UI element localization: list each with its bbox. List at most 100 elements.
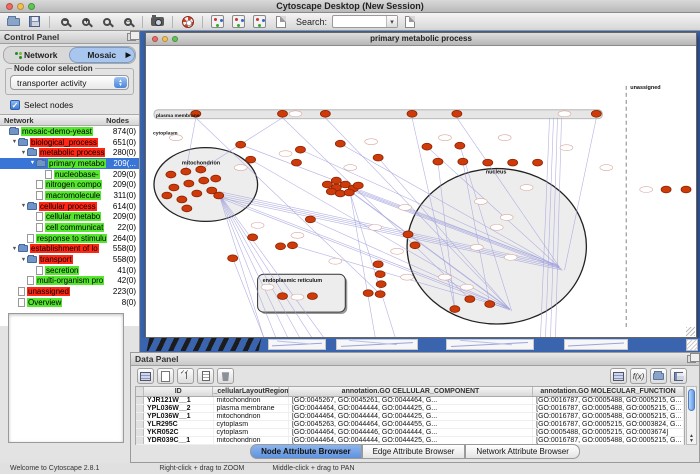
table-cell[interactable]: [GO:0016787, GO:0005488, GO:0005215, G..…	[533, 437, 684, 444]
tree-header-nodes[interactable]: Nodes	[106, 116, 129, 124]
export-image-button[interactable]	[148, 14, 167, 29]
table-row[interactable]: YPL036W__1mitochondrion[GO:0044464, GO:0…	[136, 413, 684, 421]
graph-node[interactable]	[373, 154, 383, 161]
create-network-button[interactable]	[229, 14, 248, 29]
graph-node[interactable]	[169, 184, 179, 191]
table-cell[interactable]: [GO:0044464, GO:0044444, GO:0044425, G..…	[289, 413, 533, 420]
graph-node[interactable]	[353, 182, 363, 189]
graph-node[interactable]	[508, 159, 518, 166]
tree-row[interactable]: response to stimulu264(0)	[0, 233, 139, 244]
import-network-button[interactable]	[250, 14, 269, 29]
table-cell[interactable]: cytoplasm	[214, 421, 289, 428]
tab-network[interactable]: Network	[4, 47, 69, 63]
table-cell[interactable]: YJR121W__1	[144, 397, 214, 404]
graph-node[interactable]	[166, 171, 176, 178]
row-selector[interactable]	[136, 437, 144, 444]
table-cell[interactable]: plasma membrane	[214, 405, 289, 412]
table-cell[interactable]: cytoplasm	[214, 429, 289, 436]
graph-node[interactable]	[278, 293, 288, 300]
chevron-down-icon[interactable]: ▾	[386, 16, 397, 27]
tree-row[interactable]: nucleobase-209(0)	[0, 169, 139, 180]
zoom-out-button[interactable]: −	[55, 14, 74, 29]
table-cell[interactable]: [GO:0016787, GO:0005488, GO:0005215, G..…	[533, 405, 684, 412]
expand-triangle-icon[interactable]: ▼	[11, 246, 18, 252]
table-row[interactable]: YPL036W__2plasma membrane[GO:0044464, GO…	[136, 405, 684, 413]
row-selector[interactable]	[136, 397, 144, 404]
function-builder-button[interactable]: f(x)	[630, 368, 647, 384]
tree-row[interactable]: nitrogen compo209(0)	[0, 179, 139, 190]
table-cell[interactable]: mitochondrion	[214, 437, 289, 444]
background-window-grip[interactable]	[686, 339, 698, 351]
import-attributes-button[interactable]	[650, 368, 667, 384]
table-cell[interactable]: mitochondrion	[214, 397, 289, 404]
zoom-selected-button[interactable]	[97, 14, 116, 29]
background-window-fragment[interactable]	[268, 339, 326, 350]
graph-edge[interactable]	[219, 193, 288, 336]
graph-node[interactable]	[485, 301, 495, 308]
graph-node[interactable]	[182, 205, 192, 212]
tree-row[interactable]: ▼transport558(0)	[0, 254, 139, 265]
graph-node[interactable]	[177, 196, 187, 203]
graph-node[interactable]	[661, 186, 671, 193]
tree-row[interactable]: mosaic-demo-yeast874(0)	[0, 126, 139, 137]
graph-node[interactable]	[373, 261, 383, 268]
delete-attribute-button[interactable]	[217, 368, 234, 384]
graph-node[interactable]	[162, 192, 172, 199]
tree-row[interactable]: ▼cellular process614(0)	[0, 201, 139, 212]
graph-node[interactable]	[276, 243, 286, 250]
graph-node[interactable]	[591, 110, 601, 117]
graph-node[interactable]	[410, 242, 420, 249]
graph-node[interactable]	[450, 306, 460, 313]
expand-triangle-icon[interactable]: ▼	[20, 150, 27, 156]
app-titlebar[interactable]: Cytoscape Desktop (New Session)	[0, 0, 700, 13]
graph-node[interactable]	[211, 175, 221, 182]
graph-node[interactable]	[192, 190, 202, 197]
graph-node[interactable]	[181, 168, 191, 175]
select-all-attributes-button[interactable]	[177, 368, 194, 384]
table-cell[interactable]: [GO:0044464, GO:0044446, GO:0044444, G..…	[289, 429, 533, 436]
tree-row[interactable]: multi-organism pro42(0)	[0, 276, 139, 287]
graph-edge[interactable]	[219, 193, 324, 336]
network-graph[interactable]: plasma membranecytoplasmmitochondrionnuc…	[146, 46, 696, 337]
graph-node[interactable]	[465, 296, 475, 303]
table-cell[interactable]: YDR039C__1	[144, 437, 214, 444]
new-attribute-button[interactable]	[157, 368, 174, 384]
table-cell[interactable]: mitochondrion	[214, 413, 289, 420]
export-attributes-button[interactable]	[670, 368, 687, 384]
select-nodes-checkbox[interactable]: ✓	[10, 100, 20, 110]
graph-node[interactable]	[375, 291, 385, 298]
scrollbar-arrows[interactable]: ▲▼	[687, 434, 696, 444]
graph-node[interactable]	[681, 186, 691, 193]
graph-node[interactable]	[307, 293, 317, 300]
table-cell[interactable]: YLR295C	[144, 421, 214, 428]
frame-titlebar[interactable]: primary metabolic process	[146, 33, 696, 46]
expand-triangle-icon[interactable]: ▼	[20, 203, 27, 209]
graph-edge[interactable]	[350, 193, 395, 336]
table-cell[interactable]: [GO:0005488, GO:0005215, GO:0003674]	[533, 429, 684, 436]
graph-node[interactable]	[455, 142, 465, 149]
tree-row[interactable]: macromolecule311(0)	[0, 190, 139, 201]
tree-row[interactable]: ▼biological_process651(0)	[0, 137, 139, 148]
graph-edge[interactable]	[219, 193, 276, 336]
graph-node[interactable]	[228, 255, 238, 262]
tree-row[interactable]: cell communicat22(0)	[0, 222, 139, 233]
table-cell[interactable]: YPL036W__1	[144, 413, 214, 420]
graph-edge[interactable]	[219, 193, 264, 336]
expand-triangle-icon[interactable]: ▼	[11, 139, 18, 145]
tab-overflow-arrow-icon[interactable]: ▶	[126, 51, 131, 59]
select-attributes-button[interactable]	[137, 368, 154, 384]
row-selector[interactable]	[136, 405, 144, 412]
expand-triangle-icon[interactable]: ▼	[29, 160, 36, 166]
tab-network-attribute-browser[interactable]: Network Attribute Browser	[465, 444, 579, 459]
tree-row[interactable]: secretion41(0)	[0, 265, 139, 276]
graph-node[interactable]	[533, 159, 543, 166]
plasma-membrane-region[interactable]	[154, 110, 602, 119]
table-cell[interactable]: [GO:0016787, GO:0005488, GO:0005215, G..…	[533, 397, 684, 404]
column-header[interactable]: annotation.GO CELLULAR_COMPONENT	[289, 387, 533, 396]
graph-edge[interactable]	[350, 193, 375, 336]
unselect-all-attributes-button[interactable]	[197, 368, 214, 384]
tree-row[interactable]: ▼primary metabo209(...	[0, 158, 139, 169]
zoom-fit-button[interactable]: ▭	[118, 14, 137, 29]
scrollbar-thumb[interactable]	[688, 389, 695, 411]
table-cell[interactable]: YPL036W__2	[144, 405, 214, 412]
